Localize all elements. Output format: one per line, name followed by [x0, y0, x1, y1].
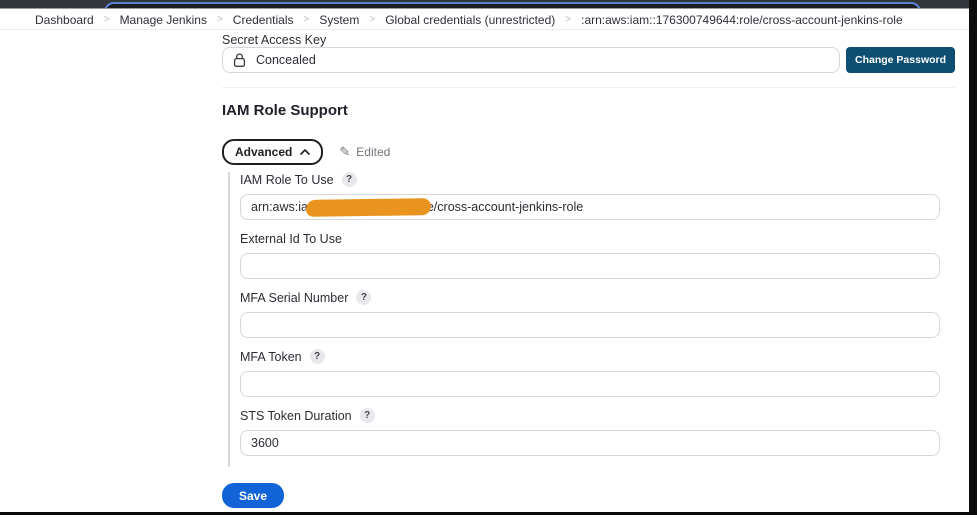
iam-role-field-group: IAM Role To Use ? arn:aws:iam: e/cross-ac… — [240, 172, 940, 220]
mfa-token-label-row: MFA Token ? — [240, 349, 940, 364]
iam-role-value-suffix: e/cross-account-jenkins-role — [426, 200, 584, 214]
concealed-text: Concealed — [256, 53, 316, 67]
breadcrumb-item-dashboard[interactable]: Dashboard — [35, 13, 94, 27]
breadcrumb-item-manage-jenkins[interactable]: Manage Jenkins — [120, 13, 207, 27]
mfa-token-input[interactable] — [240, 371, 940, 397]
breadcrumb-separator-icon: > — [103, 14, 110, 25]
breadcrumb: Dashboard > Manage Jenkins > Credentials… — [0, 10, 969, 30]
secret-access-key-label: Secret Access Key — [222, 33, 327, 47]
mfa-token-label: MFA Token — [240, 349, 302, 364]
breadcrumb-item-system[interactable]: System — [319, 13, 359, 27]
mfa-serial-input[interactable] — [240, 312, 940, 338]
breadcrumb-item-credential-arn[interactable]: :arn:aws:iam::176300749644:role/cross-ac… — [581, 13, 903, 27]
section-divider — [222, 87, 955, 88]
breadcrumb-item-global-credentials[interactable]: Global credentials (unrestricted) — [385, 13, 555, 27]
edited-indicator: ✎ Edited — [339, 144, 390, 160]
sts-duration-field-group: STS Token Duration ? — [240, 408, 940, 456]
mfa-serial-field-group: MFA Serial Number ? — [240, 290, 940, 338]
mfa-serial-label-row: MFA Serial Number ? — [240, 290, 940, 305]
breadcrumb-separator-icon: > — [369, 14, 376, 25]
breadcrumb-separator-icon: > — [216, 14, 223, 25]
browser-chrome-bar — [0, 0, 969, 9]
advanced-fields-section: IAM Role To Use ? arn:aws:iam: e/cross-ac… — [228, 172, 940, 467]
redaction-blob — [305, 197, 431, 217]
breadcrumb-item-credentials[interactable]: Credentials — [233, 13, 294, 27]
edited-label: Edited — [356, 145, 391, 159]
external-id-label: External Id To Use — [240, 231, 342, 246]
mfa-serial-label: MFA Serial Number — [240, 290, 349, 305]
sts-duration-input[interactable] — [240, 430, 940, 456]
help-icon[interactable]: ? — [356, 290, 372, 305]
iam-role-input[interactable]: arn:aws:iam: e/cross-account-jenkins-role — [240, 194, 940, 220]
sts-duration-label: STS Token Duration — [240, 408, 352, 423]
change-password-button[interactable]: Change Password — [846, 47, 956, 73]
iam-role-support-title: IAM Role Support — [222, 102, 348, 119]
secret-access-key-field[interactable]: Concealed — [222, 47, 840, 73]
chevron-up-icon — [300, 149, 311, 155]
breadcrumb-separator-icon: > — [303, 14, 310, 25]
window-bottom-border — [0, 512, 977, 515]
iam-role-label: IAM Role To Use — [240, 172, 334, 187]
save-button[interactable]: Save — [222, 483, 285, 508]
window-right-border — [969, 0, 977, 514]
pencil-icon: ✎ — [339, 144, 351, 159]
address-bar-top-edge — [104, 2, 921, 8]
help-icon[interactable]: ? — [359, 408, 375, 423]
external-id-label-row: External Id To Use — [240, 231, 940, 246]
mfa-token-field-group: MFA Token ? — [240, 349, 940, 397]
sts-duration-label-row: STS Token Duration ? — [240, 408, 940, 423]
help-icon[interactable]: ? — [309, 349, 325, 364]
advanced-row: Advanced ✎ Edited — [222, 139, 390, 165]
external-id-input[interactable] — [240, 253, 940, 279]
iam-role-label-row: IAM Role To Use ? — [240, 172, 940, 187]
external-id-field-group: External Id To Use — [240, 231, 940, 279]
help-icon[interactable]: ? — [341, 172, 357, 187]
advanced-button-label: Advanced — [235, 145, 293, 159]
advanced-toggle-button[interactable]: Advanced — [222, 139, 324, 165]
lock-icon — [233, 52, 246, 68]
breadcrumb-separator-icon: > — [565, 14, 572, 25]
secret-access-key-row: Concealed Change Password — [222, 47, 956, 73]
